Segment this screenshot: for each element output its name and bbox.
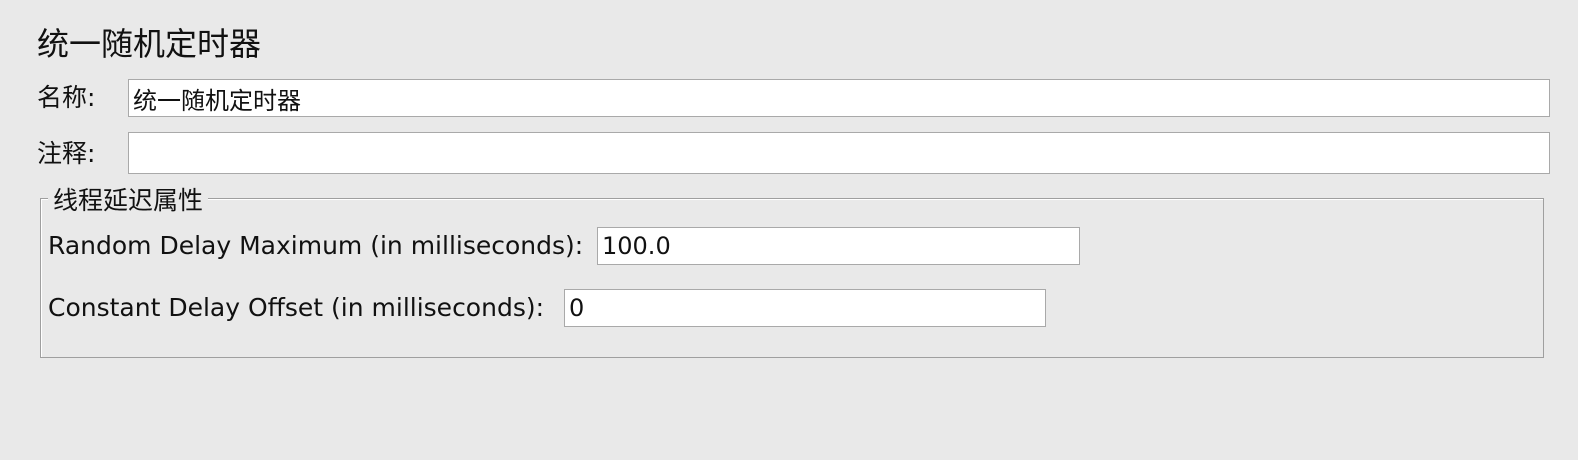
page-title: 统一随机定时器 — [37, 25, 262, 63]
random-delay-max-input[interactable] — [597, 227, 1080, 265]
constant-delay-offset-label: Constant Delay Offset (in milliseconds): — [48, 293, 545, 322]
name-label: 名称: — [37, 83, 96, 112]
comment-label: 注释: — [37, 139, 96, 168]
comment-input[interactable] — [128, 132, 1550, 174]
constant-delay-offset-input[interactable] — [564, 289, 1046, 327]
uniform-random-timer-panel: 统一随机定时器 名称: 注释: 线程延迟属性 Random Delay Maxi… — [0, 0, 1578, 460]
random-delay-max-label: Random Delay Maximum (in milliseconds): — [48, 231, 584, 260]
thread-delay-properties-group — [40, 198, 1544, 358]
thread-delay-properties-legend: 线程延迟属性 — [48, 184, 209, 218]
name-input[interactable] — [128, 79, 1550, 117]
